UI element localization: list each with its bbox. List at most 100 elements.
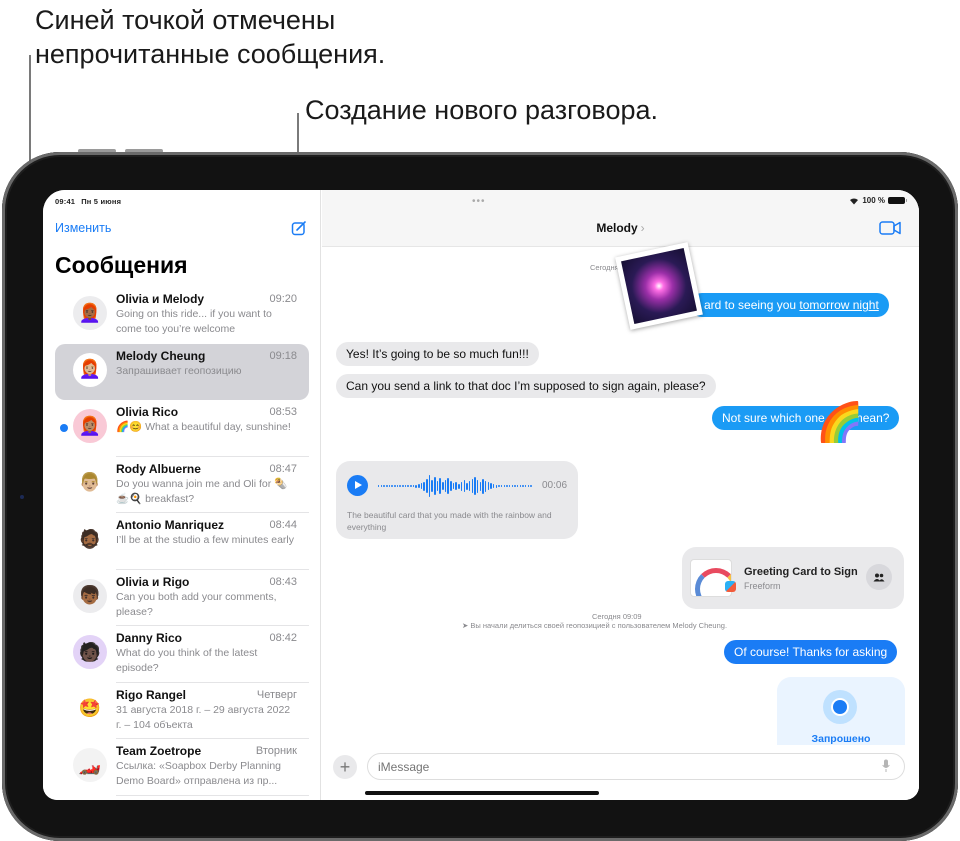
message-outgoing-2[interactable]: Not sure which one mean? [712,406,900,430]
waveform-bar [388,485,391,487]
waveform-bar [516,485,519,487]
conversation-time: 08:53 [269,406,297,418]
waveform-bar [436,481,439,491]
conversation-row[interactable]: 👩🏽‍🦰 Olivia Rico 08:53 🌈😊 What a beautiful … [55,400,309,457]
waveform-bar [522,485,524,487]
conversation-time: 08:47 [269,462,297,475]
waveform-bar [514,485,516,487]
avatar: 🧔🏾 [73,522,107,556]
audio-waveform[interactable] [378,471,532,501]
waveform-bar [530,485,532,487]
waveform-bar [495,484,498,488]
waveform-bar [444,480,447,492]
conversation-preview: Ссылка: «Soapbox Derby Planning Demo Boa… [116,760,282,787]
location-arrow-icon: ➤ [462,621,469,630]
message-composer: + [322,745,919,800]
collaborators-icon[interactable] [866,564,892,590]
message-outgoing-1[interactable]: ard to seeing you tomorrow night [690,293,889,317]
conversation-time: Вторник [255,745,297,757]
avatar: 👩🏼‍🦰 [73,352,107,387]
play-icon[interactable] [347,475,368,496]
callout-unread-dot: Синей точкой отмечены непрочитанные сооб… [35,5,386,69]
conversation-row[interactable]: 🧑🏿 Danny Rico 08:42 What do you think of th… [55,626,309,683]
waveform-bar [420,483,423,489]
message-incoming-2[interactable]: Can you send a link to that doc I’m supp… [336,374,716,398]
ipad-screen: 09:41 Пн 5 июня Изменить Сообщения 👩🏾‍🦰 Ol… [43,190,919,800]
firework-sticker [615,242,703,330]
waveform-bar [450,481,452,491]
waveform-bar [412,485,415,487]
avatar: 👩🏽‍🦰 [73,409,107,443]
conversation-name: Danny Rico [116,631,183,645]
conversation-preview: What do you think of the latest episode? [116,647,258,674]
waveform-bar [442,482,444,490]
conversation-name: Rody Albuerne [116,461,201,476]
status-bar-left: 09:41 Пн 5 июня [55,197,121,206]
conversation-row[interactable]: 🧔🏾 Antonio Manriquez 08:44 I’ll be at the s… [55,513,309,570]
unread-dot [60,424,68,432]
status-date: Пн 5 июня [81,197,122,206]
freeform-card-message[interactable]: Greeting Card to Sign Freeform [682,547,904,609]
location-pin-icon [823,690,857,724]
microphone-icon[interactable] [882,759,890,773]
home-indicator[interactable] [365,791,599,795]
conversation-time: 09:18 [269,349,297,362]
waveform-bar [519,485,522,487]
waveform-bar [503,485,506,487]
waveform-bar [490,483,492,489]
conversation-row[interactable]: 👨🏼 Rody Albuerne 08:47 Do you wanna join me… [55,457,309,513]
page-title: Сообщения [55,252,188,278]
callout-compose: Создание нового разговора. [305,95,659,125]
conversation-row[interactable]: 👩🏾‍🦰 Olivia и Melody 09:20 Going on this ri… [55,287,309,344]
waveform-bar [378,485,380,487]
avatar: 🧑🏿 [73,635,107,669]
conversation-row[interactable]: 🤩 Rigo Rangel Четверг 31 августа 2018 г. – … [55,683,309,739]
location-request-card[interactable]: Запрошено [777,677,905,750]
waveform-bar [452,483,455,489]
waveform-bar [426,479,428,493]
waveform-bar [506,485,508,487]
audio-message[interactable]: 00:06 The beautiful card that you made w… [336,461,578,539]
video-call-icon[interactable] [879,221,901,235]
message-link[interactable]: tomorrow night [799,298,878,312]
waveform-bar [468,481,471,491]
conversation-row[interactable]: 🏎️ Team Zoetrope Вторник Ссылка: «Soapbox D… [55,739,309,796]
waveform-bar [458,483,460,489]
conversation-preview: Can you both add your comments, please? [116,590,277,618]
waveform-bar [466,482,468,490]
avatar: 🏎️ [73,748,107,782]
contact-name-button[interactable]: Melody › [322,221,919,235]
message-outgoing-3[interactable]: Of course! Thanks for asking [724,640,898,664]
message-text: Not sure which one [722,411,825,425]
compose-icon[interactable] [291,220,307,236]
waveform-bar [484,480,487,492]
waveform-bar [415,484,417,488]
message-incoming-1[interactable]: Yes! It’s going to be so much fun!!! [336,342,539,366]
firework-image [621,248,697,324]
multitasking-dots-icon[interactable]: ••• [472,196,486,207]
waveform-bar [511,485,514,487]
row-divider [116,794,309,796]
chevron-right-icon: › [640,221,645,235]
plus-icon[interactable]: + [333,755,357,779]
waveform-bar [479,481,482,491]
waveform-bar [394,485,396,487]
rainbow-sticker: 🌈 [816,402,864,444]
waveform-bar [431,480,433,492]
waveform-bar [407,485,409,487]
edit-button[interactable]: Изменить [55,221,111,235]
conversation-sidebar: 09:41 Пн 5 июня Изменить Сообщения 👩🏾‍🦰 Ol… [43,190,321,800]
conversation-preview: 🌈😊 What a beautiful day, sunshine! [116,421,291,433]
imessage-input[interactable] [367,753,905,780]
conversation-row[interactable]: 👦🏾 Olivia и Rigo 08:43 Can you both add you… [55,570,309,626]
status-time: 09:41 [55,197,76,206]
conversation-preview: Going on this ride... if you want to com… [116,308,272,335]
conversation-preview: Do you wanna join me and Oli for 🌯☕🍳 bre… [116,477,288,505]
timestamp-today-0909: Сегодня 09:09 [592,612,642,621]
conversation-row[interactable]: 👩🏼‍🦰 Melody Cheung 09:18 Запрашивает геопоз… [55,343,309,400]
audio-duration: 00:06 [542,480,568,491]
conversation-name: Melody Cheung [116,348,206,363]
waveform-bar [508,485,511,487]
battery-icon [888,197,907,204]
waveform-bar [482,478,484,494]
